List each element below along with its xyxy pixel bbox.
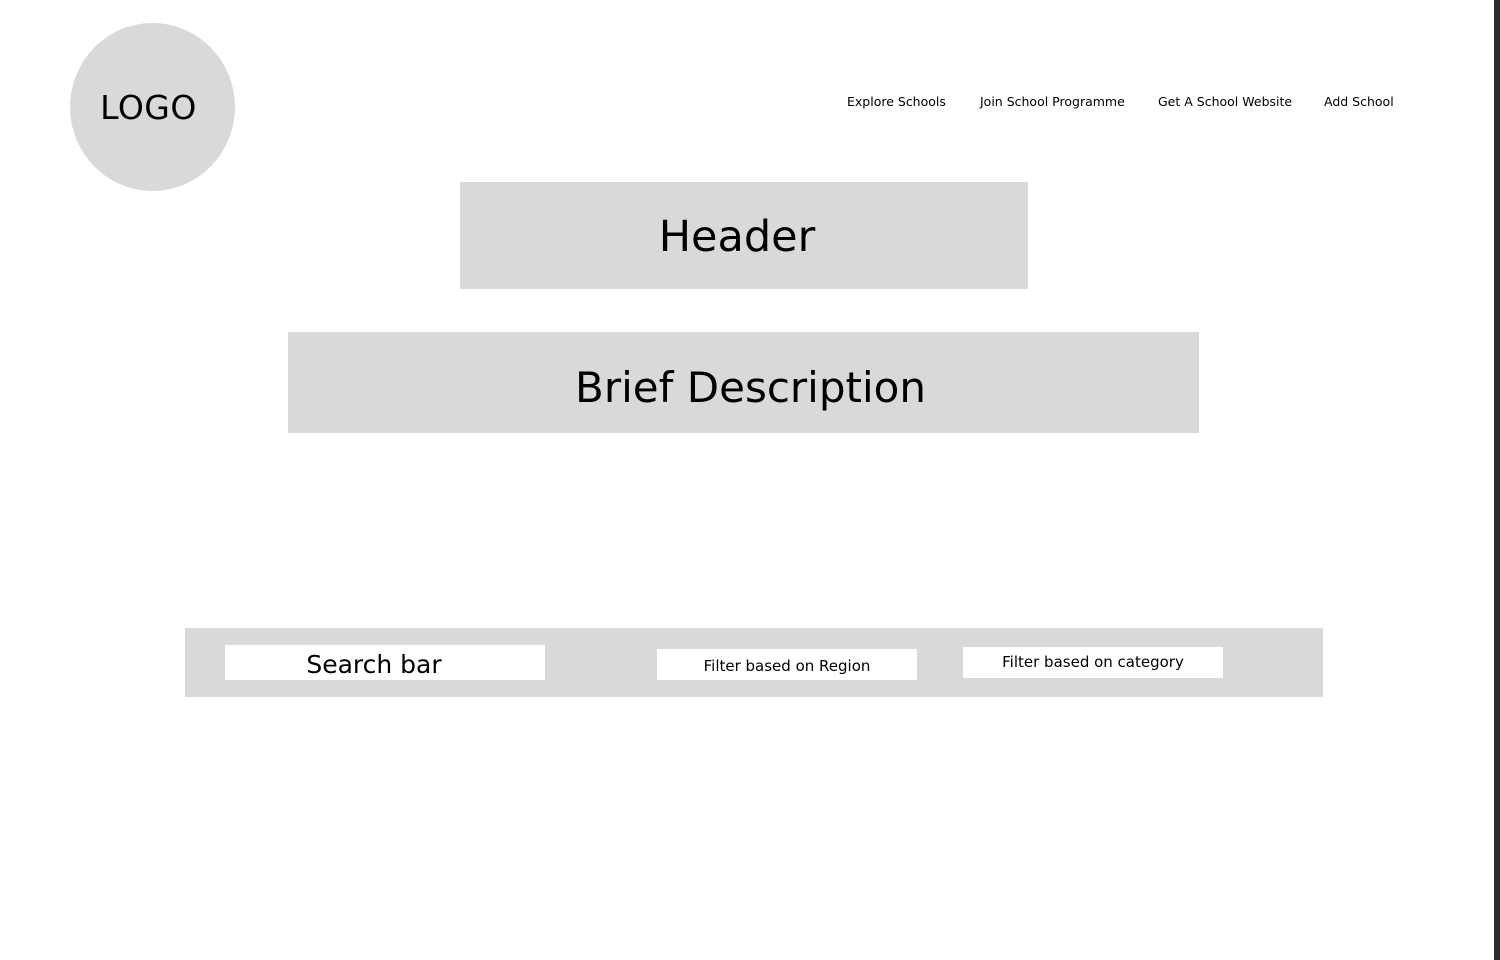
nav-link-explore-schools[interactable]: Explore Schools	[847, 94, 946, 109]
search-input[interactable]	[225, 645, 545, 680]
search-filter-toolbar: Filter based on Region Filter based on c…	[185, 628, 1323, 697]
top-navigation: Explore Schools Join School Programme Ge…	[0, 94, 1500, 112]
page: LOGO Explore Schools Join School Program…	[0, 0, 1500, 960]
nav-link-join-school-programme[interactable]: Join School Programme	[980, 94, 1125, 109]
brief-description: Brief Description	[575, 363, 926, 412]
page-header: Header	[658, 211, 816, 262]
nav-link-add-school[interactable]: Add School	[1324, 94, 1394, 109]
window-edge-divider	[1494, 0, 1500, 960]
nav-link-get-a-school-website[interactable]: Get A School Website	[1158, 94, 1292, 109]
category-filter-dropdown[interactable]: Filter based on category	[963, 647, 1223, 678]
header-placeholder: Header	[460, 182, 1028, 289]
region-filter-dropdown[interactable]: Filter based on Region	[657, 649, 917, 680]
description-placeholder: Brief Description	[288, 332, 1199, 433]
